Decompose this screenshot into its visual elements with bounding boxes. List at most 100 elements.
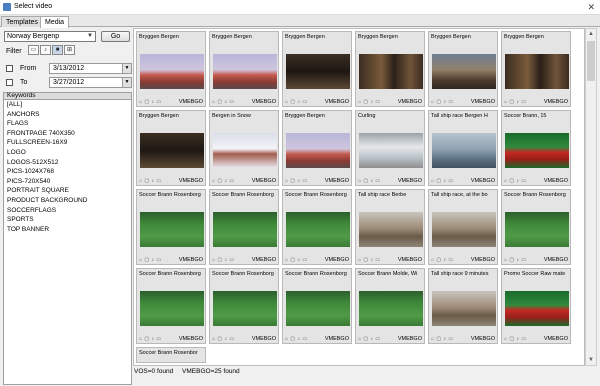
pitch-photo[interactable]: [213, 212, 277, 247]
media-card[interactable]: Bryggen Bergen ⌂ ▢ ♪ ▭ VMEBGO: [428, 31, 498, 107]
media-card-toolbar[interactable]: ⌂ ▢ ♪ ▭: [139, 178, 162, 184]
filter-audio-button[interactable]: ♪: [40, 45, 51, 55]
keyword-item[interactable]: FLAGS: [4, 119, 131, 129]
media-card-toolbar[interactable]: ⌂ ▢ ♪ ▭: [504, 99, 527, 105]
media-card[interactable]: Curling ⌂ ▢ ♪ ▭ VMEBGO: [355, 110, 425, 186]
player-photo[interactable]: [505, 133, 569, 168]
dark-photo[interactable]: [140, 133, 204, 168]
media-card-toolbar[interactable]: ⌂ ▢ ♪ ▭: [431, 99, 454, 105]
media-card-toolbar[interactable]: ⌂ ▢ ♪ ▭: [139, 257, 162, 263]
media-card[interactable]: Tall ship race Berbe ⌂ ▢ ♪ ▭ VMEBGO: [355, 189, 425, 265]
filter-image-button[interactable]: ▭: [28, 45, 39, 55]
keyword-item[interactable]: PORTRAIT SQUARE: [4, 186, 131, 196]
scroll-up-icon[interactable]: ▲: [587, 30, 595, 38]
media-card[interactable]: Bryggen Bergen ⌂ ▢ ♪ ▭ VMEBGO: [501, 31, 571, 107]
harbor-photo[interactable]: [432, 54, 496, 89]
dark-photo[interactable]: [286, 54, 350, 89]
media-card[interactable]: Soccer Brann Rosenborg ⌂ ▢ ♪ ▭ VMEBGO: [209, 268, 279, 344]
keyword-item[interactable]: PRODUCT BACKGROUND: [4, 196, 131, 206]
sea-photo[interactable]: [432, 133, 496, 168]
media-card-toolbar[interactable]: ⌂ ▢ ♪ ▭: [431, 178, 454, 184]
keyword-item[interactable]: TOP BANNER: [4, 225, 131, 235]
filter-video-button[interactable]: ■: [52, 45, 63, 55]
media-card[interactable]: Soccer Brann Rosenbor: [136, 347, 206, 363]
pitch-photo[interactable]: [286, 212, 350, 247]
media-card-toolbar[interactable]: ⌂ ▢ ♪ ▭: [504, 336, 527, 342]
media-card-toolbar[interactable]: ⌂ ▢ ♪ ▭: [285, 336, 308, 342]
media-card[interactable]: Tall ship race 9 minutes ⌂ ▢ ♪ ▭ VMEBGO: [428, 268, 498, 344]
date-from-picker[interactable]: 3/13/2012 ▼: [49, 63, 132, 74]
media-card-toolbar[interactable]: ⌂ ▢ ♪ ▭: [212, 99, 235, 105]
media-card[interactable]: Bergen in Snow ⌂ ▢ ♪ ▭ VMEBGO: [209, 110, 279, 186]
city-photo[interactable]: [213, 54, 277, 89]
pitch-photo[interactable]: [140, 291, 204, 326]
city-photo[interactable]: [140, 54, 204, 89]
keyword-item[interactable]: SOCCERFLAGS: [4, 206, 131, 216]
media-card[interactable]: Bryggen Bergen ⌂ ▢ ♪ ▭ VMEBGO: [282, 31, 352, 107]
keyword-item[interactable]: LOGO: [4, 148, 131, 158]
pitch-photo[interactable]: [213, 291, 277, 326]
media-card-toolbar[interactable]: ⌂ ▢ ♪ ▭: [212, 336, 235, 342]
curling-photo[interactable]: [359, 133, 423, 168]
city-photo[interactable]: [286, 133, 350, 168]
tab-templates[interactable]: Templates: [1, 16, 43, 27]
media-card-toolbar[interactable]: ⌂ ▢ ♪ ▭: [285, 257, 308, 263]
close-icon[interactable]: ✕: [587, 2, 595, 13]
media-card-toolbar[interactable]: ⌂ ▢ ♪ ▭: [285, 99, 308, 105]
keyword-item[interactable]: SPORTS: [4, 215, 131, 225]
chevron-down-icon[interactable]: ▼: [122, 64, 131, 73]
media-card[interactable]: Soccer Brann Rosenborg ⌂ ▢ ♪ ▭ VMEBGO: [136, 189, 206, 265]
media-card[interactable]: Soccer Brann Rosenborg ⌂ ▢ ♪ ▭ VMEBGO: [501, 189, 571, 265]
keyword-item[interactable]: PICS-720X540: [4, 177, 131, 187]
media-card[interactable]: Bryggen Bergen ⌂ ▢ ♪ ▭ VMEBGO: [282, 110, 352, 186]
media-card[interactable]: Promo Soccer Raw mate ⌂ ▢ ♪ ▭ VMEBGO: [501, 268, 571, 344]
media-card-toolbar[interactable]: ⌂ ▢ ♪ ▭: [358, 178, 381, 184]
media-card-toolbar[interactable]: ⌂ ▢ ♪ ▭: [212, 257, 235, 263]
date-to-checkbox[interactable]: [6, 79, 13, 86]
ship-photo[interactable]: [359, 212, 423, 247]
media-card[interactable]: Bryggen Bergen ⌂ ▢ ♪ ▭ VMEBGO: [355, 31, 425, 107]
media-card-toolbar[interactable]: ⌂ ▢ ♪ ▭: [504, 178, 527, 184]
media-card-toolbar[interactable]: ⌂ ▢ ♪ ▭: [431, 336, 454, 342]
filter-all-button[interactable]: ⊞: [64, 45, 75, 55]
alley-photo[interactable]: [505, 54, 569, 89]
media-card[interactable]: Tall ship race Bergen H ⌂ ▢ ♪ ▭ VMEBGO: [428, 110, 498, 186]
tab-media[interactable]: Media: [40, 16, 70, 28]
media-card-toolbar[interactable]: ⌂ ▢ ♪ ▭: [212, 178, 235, 184]
media-card-toolbar[interactable]: ⌂ ▢ ♪ ▭: [431, 257, 454, 263]
media-card[interactable]: Soccer Brann, 15 ⌂ ▢ ♪ ▭ VMEBGO: [501, 110, 571, 186]
media-card[interactable]: Tall ship race, at the bo ⌂ ▢ ♪ ▭ VMEBGO: [428, 189, 498, 265]
snow-photo[interactable]: [213, 133, 277, 168]
keywords-list[interactable]: [ALL] ANCHORS FLAGS FRONTPAGE 740X350 FU…: [3, 100, 132, 385]
media-card-toolbar[interactable]: ⌂ ▢ ♪ ▭: [358, 336, 381, 342]
media-card[interactable]: Soccer Brann Rosenborg ⌂ ▢ ♪ ▭ VMEBGO: [282, 189, 352, 265]
date-from-checkbox[interactable]: [6, 65, 13, 72]
keyword-item[interactable]: PICS-1024X768: [4, 167, 131, 177]
ship-photo[interactable]: [432, 212, 496, 247]
media-card-toolbar[interactable]: ⌂ ▢ ♪ ▭: [358, 257, 381, 263]
keyword-item[interactable]: FRONTPAGE 740X350: [4, 129, 131, 139]
location-select[interactable]: Norway Bergenp ▼: [4, 31, 96, 42]
media-card-toolbar[interactable]: ⌂ ▢ ♪ ▭: [285, 178, 308, 184]
keyword-item[interactable]: FULLSCREEN-16X9: [4, 138, 131, 148]
media-card-toolbar[interactable]: ⌂ ▢ ♪ ▭: [504, 257, 527, 263]
keyword-item[interactable]: ANCHORS: [4, 110, 131, 120]
media-card[interactable]: Bryggen Bergen ⌂ ▢ ♪ ▭ VMEBGO: [136, 31, 206, 107]
date-to-picker[interactable]: 3/27/2012 ▼: [49, 77, 132, 88]
chevron-down-icon[interactable]: ▼: [122, 78, 131, 87]
scroll-down-icon[interactable]: ▼: [587, 356, 595, 364]
pitch-photo[interactable]: [359, 291, 423, 326]
media-card[interactable]: Soccer Brann Rosenborg ⌂ ▢ ♪ ▭ VMEBGO: [136, 268, 206, 344]
keyword-item[interactable]: [ALL]: [4, 100, 131, 110]
pitch-photo[interactable]: [505, 212, 569, 247]
scrollbar-thumb[interactable]: [587, 41, 595, 81]
keyword-item[interactable]: LOGOS-512X512: [4, 158, 131, 168]
media-card[interactable]: Soccer Brann Molde, Wi ⌂ ▢ ♪ ▭ VMEBGO: [355, 268, 425, 344]
ship-photo[interactable]: [432, 291, 496, 326]
media-scrollbar[interactable]: ▲ ▼: [585, 28, 597, 366]
media-card[interactable]: Bryggen Bergen ⌂ ▢ ♪ ▭ VMEBGO: [136, 110, 206, 186]
pitch-photo[interactable]: [286, 291, 350, 326]
media-card-toolbar[interactable]: ⌂ ▢ ♪ ▭: [139, 336, 162, 342]
pitch-photo[interactable]: [140, 212, 204, 247]
media-card[interactable]: Soccer Brann Rosenborg ⌂ ▢ ♪ ▭ VMEBGO: [282, 268, 352, 344]
